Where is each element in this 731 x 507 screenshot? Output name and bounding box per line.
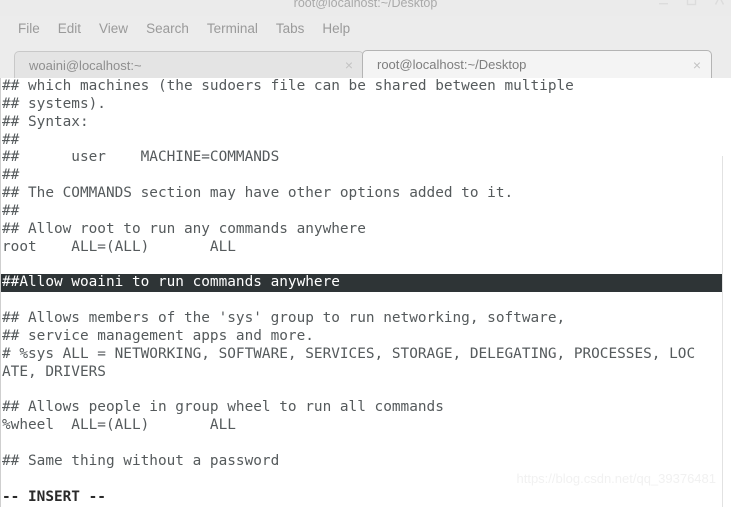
editor-line: ## Syntax: xyxy=(2,113,89,130)
menu-item-tabs[interactable]: Tabs xyxy=(267,19,314,39)
menu-item-view[interactable]: View xyxy=(90,19,137,39)
vim-status-line: -- INSERT -- xyxy=(2,489,106,506)
scrollbar-thumb[interactable] xyxy=(724,156,731,507)
menu-item-search[interactable]: Search xyxy=(137,19,198,39)
menu-item-help[interactable]: Help xyxy=(313,19,359,39)
tab-woaini-localhost[interactable]: woaini@localhost:~ × xyxy=(14,51,364,78)
editor-line: ## user MACHINE=COMMANDS xyxy=(2,149,280,166)
editor-line: ## which machines (the sudoers file can … xyxy=(2,78,574,94)
tab-close-icon[interactable]: × xyxy=(345,58,353,72)
editor-line: ## The COMMANDS section may have other o… xyxy=(2,185,514,202)
menu-item-file[interactable]: File xyxy=(9,19,49,39)
editor-line: ## Same thing without a password xyxy=(2,452,280,469)
editor-line: ATE, DRIVERS xyxy=(2,363,106,380)
terminal-text-area[interactable]: ## which machines (the sudoers file can … xyxy=(0,78,722,507)
menu-item-terminal[interactable]: Terminal xyxy=(198,19,267,39)
maximize-icon[interactable] xyxy=(686,0,697,6)
tab-root-localhost-desktop[interactable]: root@localhost:~/Desktop × xyxy=(362,50,712,78)
editor-line: ## xyxy=(2,167,20,184)
editor-line: ## Allows members of the 'sys' group to … xyxy=(2,309,566,326)
editor-line: ##Allow woaini to run commands anywhere xyxy=(1,274,722,293)
editor-line: %wheel ALL=(ALL) ALL xyxy=(2,417,236,434)
editor-line: ## Allow root to run any commands anywhe… xyxy=(2,220,366,237)
terminal-view[interactable]: ## which machines (the sudoers file can … xyxy=(0,78,731,507)
window-title: root@localhost:~/Desktop xyxy=(293,0,438,10)
editor-line: ## systems). xyxy=(2,95,106,112)
close-icon[interactable] xyxy=(714,0,725,6)
terminal-window: root@localhost:~/Desktop File Edit View … xyxy=(0,0,731,507)
window-controls xyxy=(658,0,725,6)
editor-buffer: ## which machines (the sudoers file can … xyxy=(1,78,722,471)
menu-bar: File Edit View Search Terminal Tabs Help xyxy=(0,16,731,42)
editor-line: ## xyxy=(2,202,20,219)
tab-label: root@localhost:~/Desktop xyxy=(377,57,527,72)
minimize-icon[interactable] xyxy=(658,0,669,6)
menu-item-edit[interactable]: Edit xyxy=(49,19,90,39)
tab-close-icon[interactable]: × xyxy=(693,58,701,72)
tab-label: woaini@localhost:~ xyxy=(29,57,142,73)
editor-line: # %sys ALL = NETWORKING, SOFTWARE, SERVI… xyxy=(2,345,696,362)
window-titlebar[interactable]: root@localhost:~/Desktop xyxy=(0,0,731,16)
editor-line: ## service management apps and more. xyxy=(2,327,314,344)
tab-bar: woaini@localhost:~ × root@localhost:~/De… xyxy=(0,42,731,78)
terminal-scrollbar[interactable] xyxy=(722,156,731,507)
watermark-text: https://blog.csdn.net/qq_39376481 xyxy=(516,471,717,486)
editor-line: root ALL=(ALL) ALL xyxy=(2,238,236,255)
editor-line: ## xyxy=(2,131,20,148)
editor-line: ## Allows people in group wheel to run a… xyxy=(2,399,444,416)
